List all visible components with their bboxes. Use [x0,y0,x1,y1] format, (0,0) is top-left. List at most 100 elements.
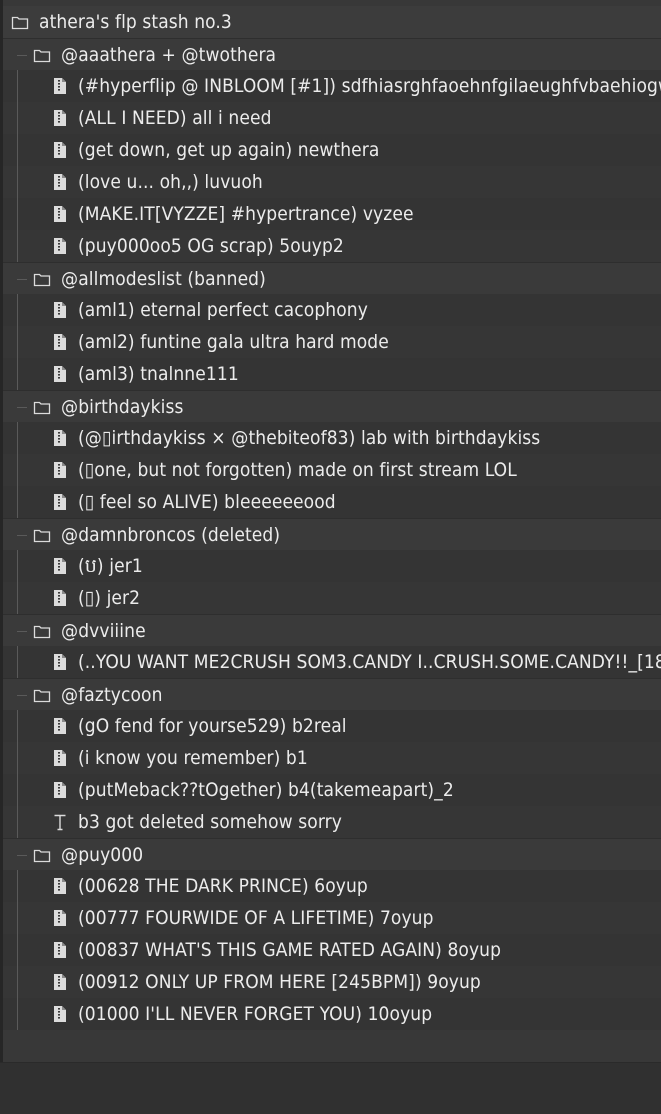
flp-file-icon [54,334,66,350]
file-row[interactable]: (▯one, but not forgotten) made on first … [3,454,661,486]
file-label: (aml1) eternal perfect cacophony [78,299,368,321]
file-row[interactable]: (▯) jer2 [3,582,661,614]
tree-connector [17,998,18,1030]
tree-connector [17,134,18,166]
file-label: (00912 ONLY UP FROM HERE [245BPM]) 9oyup [78,971,481,993]
browser-empty-area [0,1062,661,1114]
flp-file-icon [54,878,66,894]
tree-connector [17,742,18,774]
file-row[interactable]: (get down, get up again) newthera [3,134,661,166]
file-label: (i know you remember) b1 [78,747,308,769]
file-label: (get down, get up again) newthera [78,139,380,161]
folder-row[interactable]: @aaathera + @twothera [3,38,661,70]
folder-label: @dvviiine [61,620,146,642]
tree-connector [17,855,27,856]
tree-connector [17,198,18,230]
tree-connector [17,806,18,838]
file-row[interactable]: (ប) jer1 [3,550,661,582]
file-row[interactable]: (#hyperflip @ INBLOOM [#1]) sdfhiasrghfa… [3,70,661,102]
file-label: (00837 WHAT'S THIS GAME RATED AGAIN) 8oy… [78,939,502,961]
tree-connector [17,550,18,582]
flp-file-icon [54,238,66,254]
folder-icon [33,689,51,703]
file-row[interactable]: (putMeback??tOgether) b4(takemeapart)_2 [3,774,661,806]
flp-file-icon [54,110,66,126]
file-row[interactable]: (00837 WHAT'S THIS GAME RATED AGAIN) 8oy… [3,934,661,966]
file-label: (MAKE.IT[VYZZE] #hypertrance) vyzee [78,203,414,225]
flp-file-icon [54,206,66,222]
file-row[interactable]: (00912 ONLY UP FROM HERE [245BPM]) 9oyup [3,966,661,998]
file-label: (#hyperflip @ INBLOOM [#1]) sdfhiasrghfa… [78,75,661,97]
file-label: (..YOU WANT ME2CRUSH SOM3.CANDY I..CRUSH… [78,651,661,673]
folder-label: @aaathera + @twothera [61,44,277,66]
flp-file-icon [54,1006,66,1022]
folder-icon [33,529,51,543]
folder-icon [33,401,51,415]
file-row[interactable]: (00628 THE DARK PRINCE) 6oyup [3,870,661,902]
folder-row[interactable]: @dvviiine [3,614,661,646]
root-folder-row[interactable]: athera's flp stash no.3 [3,6,661,38]
flp-file-icon [54,302,66,318]
file-row[interactable]: (ALL I NEED) all i need [3,102,661,134]
flp-file-icon [54,910,66,926]
tree-connector [17,279,27,280]
flp-file-icon [54,718,66,734]
tree-connector [17,358,18,390]
file-label: (00777 FOURWIDE OF A LIFETIME) 7oyup [78,907,434,929]
flp-file-icon [54,942,66,958]
folder-row[interactable]: @puy000 [3,838,661,870]
file-label: (▯one, but not forgotten) made on first … [78,459,517,481]
tree-connector [17,326,18,358]
folder-icon [11,16,29,30]
flp-file-icon [54,494,66,510]
file-row[interactable]: (aml1) eternal perfect cacophony [3,294,661,326]
tree-connector [17,934,18,966]
flp-file-icon [54,366,66,382]
file-browser-panel[interactable]: athera's flp stash no.3 @aaathera + @twot… [0,0,661,1114]
flp-file-icon [54,78,66,94]
file-row[interactable]: (MAKE.IT[VYZZE] #hypertrance) vyzee [3,198,661,230]
tree-connector [17,695,27,696]
tree-connector [17,710,18,742]
tree-connector [17,422,18,454]
file-row[interactable]: (..YOU WANT ME2CRUSH SOM3.CANDY I..CRUSH… [3,646,661,678]
file-row[interactable]: (▯ feel so ALIVE) bleeeeeeood [3,486,661,518]
tree-connector [17,70,18,102]
tree-connector [17,166,18,198]
file-label: (putMeback??tOgether) b4(takemeapart)_2 [78,779,454,801]
file-label: (ALL I NEED) all i need [78,107,272,129]
file-row[interactable]: (01000 I'LL NEVER FORGET YOU) 10oyup [3,998,661,1030]
file-row[interactable]: (aml3) tnalnne111 [3,358,661,390]
file-row[interactable]: (i know you remember) b1 [3,742,661,774]
file-label: (▯) jer2 [78,587,141,609]
file-row[interactable]: (@▯irthdaykiss × @thebiteof83) lab with … [3,422,661,454]
file-row[interactable]: (00777 FOURWIDE OF A LIFETIME) 7oyup [3,902,661,934]
folder-label: @birthdaykiss [61,396,184,418]
file-row[interactable]: (aml2) funtine gala ultra hard mode [3,326,661,358]
flp-file-icon [54,974,66,990]
folder-row[interactable]: @allmodeslist (banned) [3,262,661,294]
folder-row[interactable]: @damnbroncos (deleted) [3,518,661,550]
tree-connector [17,486,18,518]
tree-connector [17,102,18,134]
tree-connector [17,230,18,262]
folder-label: @damnbroncos (deleted) [61,524,281,546]
tree-connector [17,870,18,902]
file-row[interactable]: (love u... oh,,) luvuoh [3,166,661,198]
file-row[interactable]: (puy000oo5 OG scrap) 5ouyp2 [3,230,661,262]
tree-connector [17,535,27,536]
file-row[interactable]: (gO fend for yourse529) b2real [3,710,661,742]
folder-icon [33,625,51,639]
folder-label: @faztycoon [61,684,163,706]
file-row[interactable]: b3 got deleted somehow sorry [3,806,661,838]
tree-connector [17,631,27,632]
tree-connector [17,55,27,56]
tree-connector [17,294,18,326]
flp-file-icon [54,590,66,606]
folder-label: @allmodeslist (banned) [61,268,266,290]
tree-connector [17,646,18,678]
folder-label: @puy000 [61,844,144,866]
folder-row[interactable]: @faztycoon [3,678,661,710]
flp-file-icon [54,430,66,446]
folder-row[interactable]: @birthdaykiss [3,390,661,422]
